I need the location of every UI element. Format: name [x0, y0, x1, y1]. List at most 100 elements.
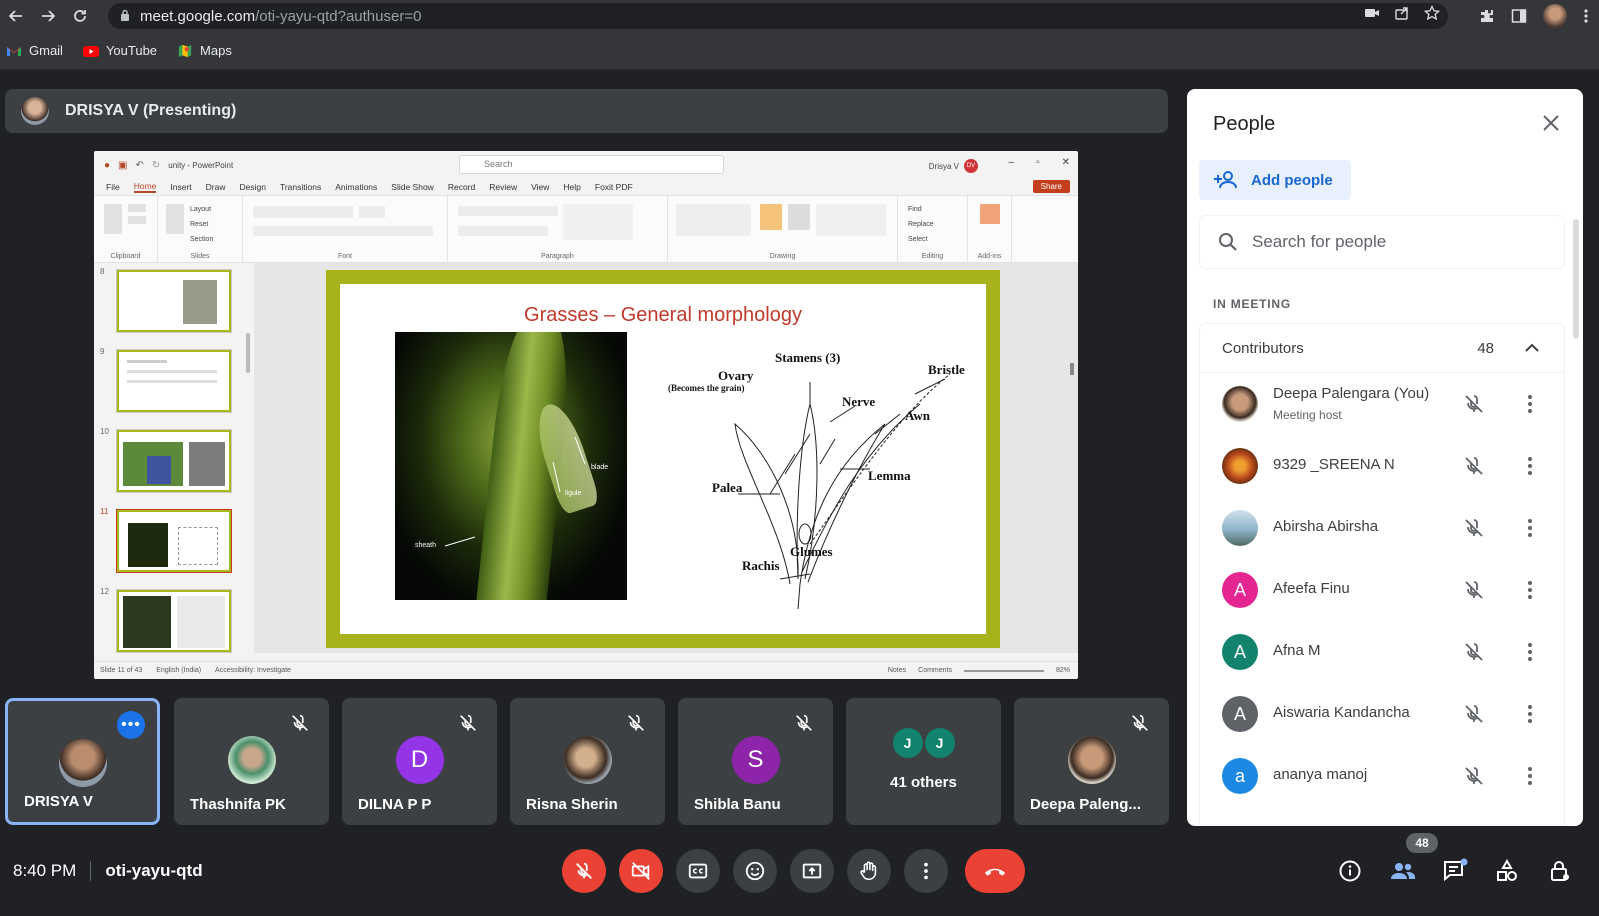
bookmark-gmail[interactable]: Gmail: [6, 43, 63, 58]
back-button[interactable]: [0, 0, 32, 32]
reactions-button[interactable]: [733, 849, 777, 893]
participant-avatar: [1067, 736, 1116, 784]
ribbon-label: Clipboard: [110, 253, 141, 260]
people-button[interactable]: [1388, 856, 1418, 886]
host-controls-button[interactable]: [1545, 856, 1575, 886]
share-page-icon[interactable]: [1394, 5, 1410, 21]
bookmark-maps[interactable]: Maps: [177, 43, 232, 58]
close-icon[interactable]: [1539, 111, 1563, 135]
contributors-header[interactable]: Contributors 48: [1199, 323, 1565, 373]
mic-off-icon[interactable]: [1462, 392, 1486, 416]
ribbon-label: Font: [337, 253, 352, 260]
present-icon: [802, 863, 822, 879]
panel-scrollbar[interactable]: [1573, 219, 1579, 339]
others-tile[interactable]: J J 41 others: [846, 698, 1001, 825]
more-options-button[interactable]: [904, 849, 948, 893]
participant-avatar: S: [731, 736, 780, 784]
side-panel-icon[interactable]: [1511, 8, 1527, 24]
list-item[interactable]: A Aiswaria Kandancha: [1200, 683, 1566, 745]
bookmark-youtube[interactable]: YouTube: [82, 43, 157, 58]
reload-button[interactable]: [64, 0, 96, 32]
profile-avatar[interactable]: [1543, 4, 1567, 28]
add-people-button[interactable]: Add people: [1199, 160, 1351, 200]
list-item[interactable]: Abirsha Abirsha: [1200, 497, 1566, 559]
ribbon-item: Section: [190, 236, 214, 243]
participant-tile[interactable]: Deepa Paleng...: [1014, 698, 1169, 825]
mic-off-icon[interactable]: [1462, 578, 1486, 602]
participant-tile[interactable]: ••• DRISYA V: [5, 698, 160, 825]
search-people-input[interactable]: Search for people: [1199, 215, 1565, 269]
present-screen-button[interactable]: [790, 849, 834, 893]
person-name: Afeefa Finu: [1273, 580, 1350, 597]
contributors-label: Contributors: [1222, 339, 1304, 357]
others-count: 41 others: [890, 774, 957, 791]
list-item[interactable]: A Afeefa Finu: [1200, 559, 1566, 621]
browser-menu-icon[interactable]: [1583, 8, 1589, 24]
captions-button[interactable]: [676, 849, 720, 893]
slide-thumbnail: [116, 349, 232, 413]
more-vert-icon[interactable]: [1518, 516, 1542, 540]
avatar-initial: J: [924, 728, 955, 758]
person-avatar: A: [1222, 696, 1258, 732]
gmail-icon: [7, 46, 21, 56]
forward-button[interactable]: [32, 0, 64, 32]
status-accessibility: Accessibility: Investigate: [215, 667, 291, 674]
participant-tile[interactable]: Thashnifa PK: [174, 698, 329, 825]
menu-item: Record: [447, 182, 476, 192]
ribbon-label: Add-ins: [977, 253, 1002, 260]
avatar-initial: A: [1233, 641, 1246, 662]
activities-button[interactable]: [1492, 856, 1522, 886]
address-bar[interactable]: meet.google.com/oti-yayu-qtd?authuser=0: [108, 3, 1448, 29]
more-vert-icon[interactable]: [1518, 764, 1542, 788]
people-list: Deepa Palengara (You) Meeting host 9329 …: [1199, 373, 1565, 826]
mic-toggle-button[interactable]: [562, 849, 606, 893]
menu-item: View: [531, 182, 550, 192]
list-item[interactable]: a ananya manoj: [1200, 745, 1566, 807]
participant-tile[interactable]: D DILNA P P: [342, 698, 497, 825]
camera-toggle-button[interactable]: [619, 849, 663, 893]
ribbon-item: Layout: [190, 206, 212, 213]
person-avatar: [1222, 386, 1258, 422]
ribbon-item: Replace: [908, 221, 934, 228]
add-person-icon: [1214, 171, 1237, 189]
mic-off-icon[interactable]: [1462, 516, 1486, 540]
meeting-info-button[interactable]: [1335, 856, 1365, 886]
presenter-bar: DRISYA V (Presenting): [5, 89, 1168, 133]
label-palea: Palea: [712, 480, 743, 495]
mic-off-icon: [1132, 714, 1148, 731]
more-options-icon[interactable]: •••: [117, 711, 145, 739]
ppt-body: 8 9 10 11 12 Grasses – General morpholog…: [94, 263, 1078, 653]
bookmark-label: Gmail: [29, 43, 63, 58]
chat-button[interactable]: [1440, 856, 1470, 886]
participant-tile[interactable]: Risna Sherin: [510, 698, 665, 825]
leave-call-button[interactable]: [965, 849, 1025, 893]
menu-item: Draw: [205, 182, 226, 192]
mic-off-icon[interactable]: [1462, 764, 1486, 788]
mic-off-icon[interactable]: [1462, 454, 1486, 478]
menu-item: Help: [563, 182, 581, 192]
chat-icon: [1444, 858, 1468, 882]
list-item[interactable]: 9329 _SREENA N: [1200, 435, 1566, 497]
closed-captions-icon: [688, 863, 708, 879]
more-vert-icon[interactable]: [1518, 392, 1542, 416]
more-vert-icon[interactable]: [1518, 702, 1542, 726]
list-item[interactable]: Deepa Palengara (You) Meeting host: [1200, 373, 1566, 435]
list-item[interactable]: A Afna M: [1200, 621, 1566, 683]
camera-off-icon: [631, 862, 650, 880]
participant-name: Thashnifa PK: [190, 796, 286, 813]
camera-status-icon[interactable]: [1364, 5, 1380, 21]
raise-hand-button[interactable]: [847, 849, 891, 893]
extensions-icon[interactable]: [1479, 8, 1495, 24]
ribbon-paragraph: Paragraph: [448, 196, 668, 262]
mic-off-icon[interactable]: [1462, 640, 1486, 664]
bookmark-star-icon[interactable]: [1424, 5, 1440, 21]
label-rachis: Rachis: [742, 558, 780, 573]
slide-canvas: Grasses – General morphology blade ligul…: [326, 270, 1000, 648]
more-vert-icon[interactable]: [1518, 578, 1542, 602]
thumb-number: 12: [100, 587, 109, 596]
mic-off-icon[interactable]: [1462, 702, 1486, 726]
more-vert-icon[interactable]: [1518, 454, 1542, 478]
participant-tile[interactable]: S Shibla Banu: [678, 698, 833, 825]
ribbon-label: Paragraph: [541, 253, 574, 260]
more-vert-icon[interactable]: [1518, 640, 1542, 664]
